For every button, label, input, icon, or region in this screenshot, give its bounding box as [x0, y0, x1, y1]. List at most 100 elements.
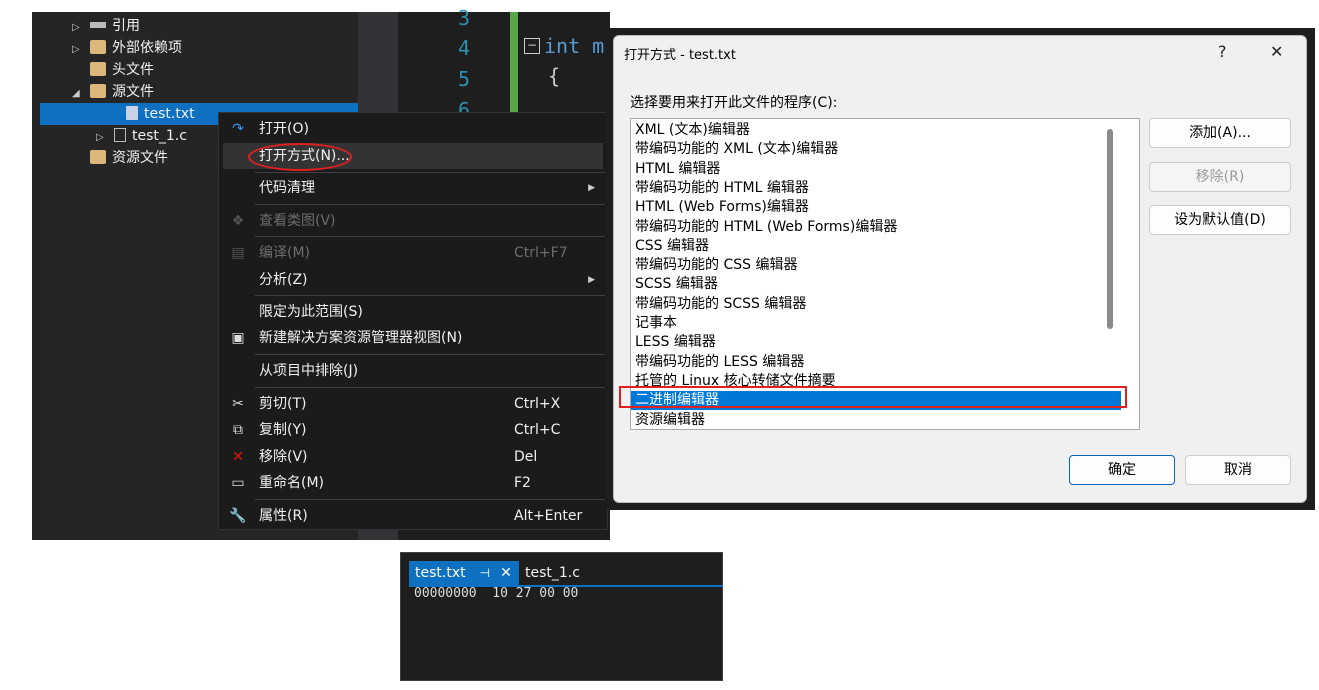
program-list-item[interactable]: CSS 编辑器: [631, 237, 1121, 256]
menu-item-remove[interactable]: ✕ 移除(V) Del: [219, 444, 607, 470]
program-list[interactable]: XML (文本)编辑器 带编码功能的 XML (文本)编辑器 HTML 编辑器 带编码…: [630, 118, 1140, 430]
menu-item-scope-to-this[interactable]: 限定为此范围(S): [219, 299, 607, 325]
open-icon: ↷: [232, 121, 244, 137]
tree-label: 资源文件: [112, 150, 168, 166]
tree-label: 源文件: [112, 84, 154, 100]
program-list-item[interactable]: HTML (Web Forms)编辑器: [631, 198, 1121, 217]
open-with-dialog: 打开方式 - test.txt ? ✕ 选择要用来打开此文件的程序(C): XM…: [613, 35, 1307, 503]
cut-icon: ✂: [232, 396, 244, 412]
menu-item-copy[interactable]: ⧉ 复制(Y) Ctrl+C: [219, 417, 607, 443]
tab-test-txt[interactable]: test.txt ⊣ ✕: [409, 561, 519, 585]
menu-label: 代码清理: [259, 180, 315, 196]
add-button[interactable]: 添加(A)...: [1149, 118, 1291, 148]
program-list-item[interactable]: LESS 编辑器: [631, 333, 1121, 352]
hex-byte: 00: [562, 586, 579, 601]
menu-item-exclude-from-project[interactable]: 从项目中排除(J): [219, 358, 607, 384]
filter-folder-open-icon: [90, 84, 106, 98]
menu-item-new-explorer-view[interactable]: ▣ 新建解决方案资源管理器视图(N): [219, 325, 607, 351]
menu-item-view-class-diagram[interactable]: ❖ 查看类图(V): [219, 208, 607, 234]
program-list-item[interactable]: 带编码功能的 HTML (Web Forms)编辑器: [631, 218, 1121, 237]
menu-separator: [255, 499, 605, 500]
program-list-item[interactable]: 带编码功能的 SCSS 编辑器: [631, 295, 1121, 314]
expand-arrow-icon[interactable]: ▷: [72, 39, 90, 61]
expand-arrow-icon[interactable]: ▷: [96, 127, 114, 149]
references-icon: [90, 22, 106, 28]
program-list-item[interactable]: 带编码功能的 CSS 编辑器: [631, 256, 1121, 275]
tree-item-external-deps[interactable]: ▷ 外部依赖项: [72, 37, 182, 59]
hex-byte: 00: [539, 586, 555, 601]
menu-separator: [255, 295, 605, 296]
program-list-item[interactable]: 记事本: [631, 314, 1121, 333]
hex-byte: 10: [492, 586, 508, 601]
menu-label: 编译(M): [259, 245, 311, 261]
c-file-icon: [114, 128, 126, 142]
tab-test-1-c[interactable]: test_1.c: [525, 561, 580, 585]
collapse-arrow-icon[interactable]: ◢: [72, 83, 90, 105]
program-list-item[interactable]: 带编码功能的 LESS 编辑器: [631, 353, 1121, 372]
program-list-item[interactable]: HTML 编辑器: [631, 160, 1121, 179]
menu-label: 从项目中排除(J): [259, 363, 359, 379]
line-number: 4: [458, 36, 471, 60]
tree-label: test.txt: [144, 106, 195, 122]
binary-editor-panel: test.txt ⊣ ✕ test_1.c 00000000 10 27 00 00: [400, 552, 723, 681]
menu-shortcut: Del: [514, 449, 538, 465]
menu-item-code-cleanup[interactable]: 代码清理 ▶: [219, 175, 607, 201]
tree-item-test-txt[interactable]: test.txt: [126, 103, 195, 125]
help-button[interactable]: ?: [1218, 42, 1227, 61]
menu-item-rename[interactable]: ▭ 重命名(M) F2: [219, 470, 607, 496]
tree-item-header-files[interactable]: 头文件: [90, 59, 154, 81]
close-tab-icon[interactable]: ✕: [500, 565, 512, 581]
annotation-box: [619, 386, 1127, 408]
remove-button[interactable]: 移除(R): [1149, 162, 1291, 192]
menu-item-properties[interactable]: 🔧 属性(R) Alt+Enter: [219, 503, 607, 529]
program-list-item[interactable]: 带编码功能的 HTML 编辑器: [631, 179, 1121, 198]
menu-shortcut: Ctrl+C: [514, 422, 561, 438]
menu-item-cut[interactable]: ✂ 剪切(T) Ctrl+X: [219, 391, 607, 417]
code-text: int m: [544, 34, 605, 58]
program-list-item[interactable]: 资源编辑器: [631, 411, 1121, 430]
menu-separator: [255, 354, 605, 355]
tree-label: 外部依赖项: [112, 40, 182, 56]
menu-shortcut: Alt+Enter: [514, 508, 583, 524]
program-list-item[interactable]: 带编码功能的 XML (文本)编辑器: [631, 140, 1121, 159]
tree-item-test-1-c[interactable]: ▷ test_1.c: [96, 125, 187, 147]
menu-shortcut: F2: [514, 475, 531, 491]
list-scrollbar[interactable]: [1107, 129, 1113, 329]
hex-row: 00000000 10 27 00 00: [414, 586, 578, 601]
menu-item-analyze[interactable]: 分析(Z) ▶: [219, 267, 607, 293]
remove-icon: ✕: [232, 449, 244, 465]
pin-icon[interactable]: ⊣: [480, 566, 490, 580]
tree-item-resource-files[interactable]: 资源文件: [90, 147, 168, 169]
ok-button[interactable]: 确定: [1069, 455, 1175, 485]
dialog-title: 打开方式 - test.txt: [624, 48, 736, 63]
menu-item-open[interactable]: ↷ 打开(O): [219, 116, 607, 142]
menu-label: 打开(O): [259, 121, 309, 137]
menu-shortcut: Ctrl+F7: [514, 245, 568, 261]
new-view-icon: ▣: [231, 330, 245, 346]
set-default-button[interactable]: 设为默认值(D): [1149, 205, 1291, 235]
expand-arrow-icon[interactable]: ▷: [72, 17, 90, 39]
menu-item-compile[interactable]: ▤ 编译(M) Ctrl+F7: [219, 240, 607, 266]
collapse-icon[interactable]: −: [524, 38, 540, 54]
program-list-item[interactable]: SCSS 编辑器: [631, 275, 1121, 294]
filter-folder-icon: [90, 62, 106, 76]
menu-label: 移除(V): [259, 449, 308, 465]
menu-separator: [255, 387, 605, 388]
menu-label: 剪切(T): [259, 396, 307, 412]
tree-item-source-files[interactable]: ◢ 源文件: [72, 81, 154, 103]
tree-label: test_1.c: [132, 128, 187, 144]
close-button[interactable]: ✕: [1270, 42, 1283, 61]
tree-label: 头文件: [112, 62, 154, 78]
change-marker: [510, 12, 518, 112]
submenu-arrow-icon: ▶: [588, 275, 595, 285]
tree-item-references[interactable]: ▷ 引用: [72, 15, 140, 37]
menu-label: 查看类图(V): [259, 213, 336, 229]
rename-icon: ▭: [231, 475, 245, 491]
line-number: 5: [458, 67, 471, 91]
menu-label: 属性(R): [259, 508, 308, 524]
program-list-item[interactable]: XML (文本)编辑器: [631, 121, 1121, 140]
cancel-button[interactable]: 取消: [1185, 455, 1291, 485]
program-prompt-label: 选择要用来打开此文件的程序(C):: [630, 95, 838, 111]
class-diagram-icon: ❖: [231, 213, 245, 229]
menu-shortcut: Ctrl+X: [514, 396, 561, 412]
